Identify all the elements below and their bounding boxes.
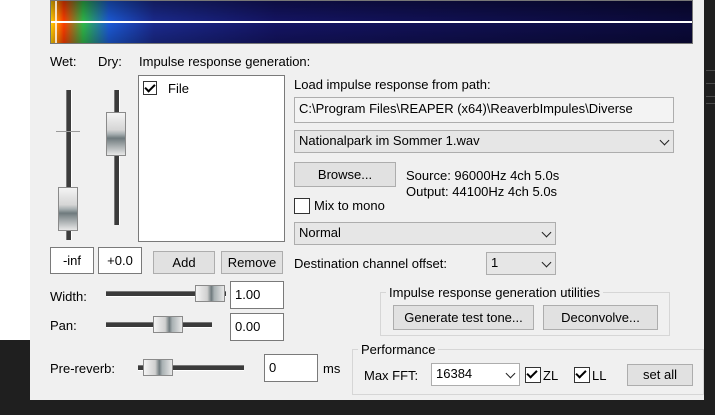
list-item[interactable]: File — [142, 79, 282, 97]
chevron-down-icon — [505, 368, 516, 379]
ir-utilities-label: Impulse response generation utilities — [386, 285, 604, 300]
max-fft-value: 16384 — [436, 366, 473, 381]
add-button[interactable]: Add — [153, 251, 215, 274]
spectrogram-graphic — [51, 1, 692, 43]
wet-label: Wet: — [50, 54, 77, 69]
pan-slider-knob[interactable] — [153, 316, 183, 333]
left-pane-footer — [0, 340, 30, 415]
chevron-down-icon — [659, 135, 670, 146]
impulse-file-value: Nationalpark im Sommer 1.wav — [299, 133, 480, 148]
mode-value: Normal — [299, 225, 341, 240]
browse-button[interactable]: Browse... — [294, 162, 396, 187]
width-label: Width: — [50, 289, 87, 304]
wet-value-field[interactable]: -inf — [50, 247, 94, 274]
left-pane — [0, 0, 31, 340]
chevron-down-icon — [541, 257, 552, 268]
right-edge — [704, 0, 715, 415]
width-slider-knob[interactable] — [195, 285, 225, 302]
max-fft-label: Max FFT: — [364, 368, 419, 383]
zl-checkbox[interactable] — [525, 367, 541, 383]
chevron-down-icon — [541, 227, 552, 238]
wet-slider-knob[interactable] — [58, 187, 78, 231]
edge-tick — [706, 103, 715, 104]
dry-slider-knob[interactable] — [106, 112, 126, 156]
mix-to-mono-checkbox[interactable] — [294, 198, 310, 214]
max-fft-select[interactable]: 16384 — [431, 363, 520, 386]
load-path-label: Load impulse response from path: — [294, 77, 491, 92]
ms-unit-label: ms — [323, 361, 341, 376]
ir-generation-list[interactable]: File — [138, 75, 285, 242]
impulse-spectrogram — [50, 0, 693, 44]
mode-select[interactable]: Normal — [294, 222, 556, 245]
deconvolve-button[interactable]: Deconvolve... — [543, 305, 658, 330]
mix-to-mono-label: Mix to mono — [314, 198, 385, 213]
dry-label: Dry: — [98, 54, 122, 69]
destination-offset-label: Destination channel offset: — [294, 256, 447, 271]
pre-reverb-label: Pre-reverb: — [50, 361, 116, 376]
output-info: Output: 44100Hz 4ch 5.0s — [406, 184, 558, 199]
wet-unity-mark — [56, 131, 80, 132]
impulse-file-select[interactable]: Nationalpark im Sommer 1.wav — [294, 130, 674, 153]
remove-button[interactable]: Remove — [221, 251, 283, 274]
destination-offset-value: 1 — [491, 255, 499, 270]
ll-label: LL — [592, 368, 607, 383]
pre-reverb-value-field[interactable]: 0 — [264, 354, 318, 382]
pre-reverb-slider-knob[interactable] — [143, 359, 173, 376]
ir-generation-label: Impulse response generation: — [139, 54, 311, 69]
path-field[interactable]: C:\Program Files\REAPER (x64)\ReaverbImp… — [294, 97, 674, 123]
pan-value-field[interactable]: 0.00 — [230, 313, 284, 341]
list-item-label: File — [168, 81, 189, 96]
edge-tick — [706, 70, 715, 71]
set-all-button[interactable]: set all — [627, 364, 693, 386]
source-info: Source: 96000Hz 4ch 5.0s — [406, 168, 560, 183]
ll-checkbox[interactable] — [574, 367, 590, 383]
file-checkbox[interactable] — [143, 81, 157, 95]
edge-tick — [706, 96, 715, 97]
zl-label: ZL — [543, 368, 559, 383]
width-value-field[interactable]: 1.00 — [230, 281, 284, 309]
pan-label: Pan: — [50, 318, 77, 333]
performance-label: Performance — [358, 342, 439, 357]
destination-offset-select[interactable]: 1 — [486, 252, 556, 275]
dry-value-field[interactable]: +0.0 — [98, 247, 142, 274]
edge-tick — [706, 83, 715, 84]
generate-test-tone-button[interactable]: Generate test tone... — [393, 305, 534, 330]
dry-slider-track[interactable] — [114, 90, 120, 225]
